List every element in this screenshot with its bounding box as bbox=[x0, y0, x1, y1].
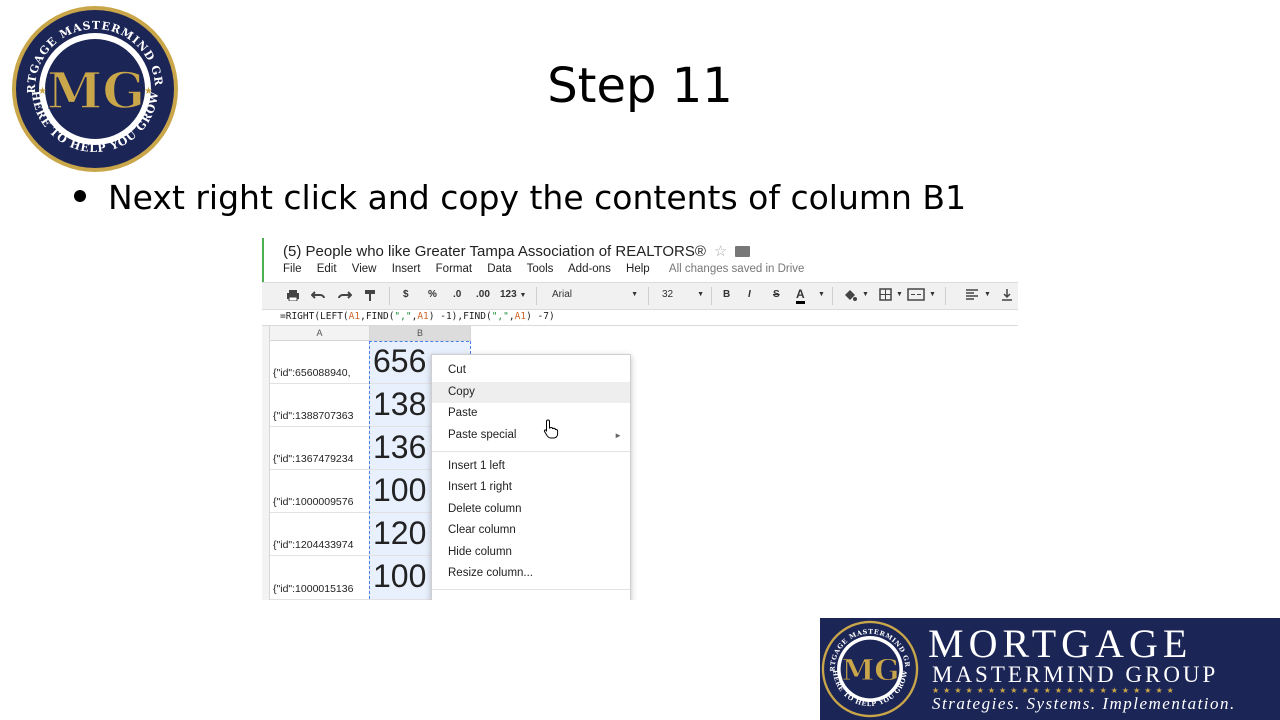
chevron-down-icon[interactable]: ▼ bbox=[984, 291, 991, 298]
submenu-arrow-icon: ► bbox=[614, 431, 622, 440]
menu-divider bbox=[432, 589, 630, 590]
save-status: All changes saved in Drive bbox=[668, 263, 805, 275]
banner-subtitle: MASTERMIND GROUP bbox=[932, 662, 1219, 687]
merge-cells-icon[interactable] bbox=[907, 288, 925, 301]
row-header-column bbox=[262, 326, 270, 600]
toolbar: $ % .0 .00 123 ▼ Arial ▼ 32 ▼ B I S A ▼ ▼ … bbox=[262, 282, 1018, 310]
cell-a3[interactable]: {"id":1367479234 bbox=[270, 427, 370, 470]
font-dropdown[interactable]: Arial ▼ bbox=[552, 289, 638, 300]
cell-a5[interactable]: {"id":1204433974 bbox=[270, 513, 370, 556]
chevron-down-icon: ▼ bbox=[697, 291, 704, 298]
chevron-down-icon[interactable]: ▼ bbox=[929, 291, 936, 298]
menu-view[interactable]: View bbox=[352, 263, 377, 275]
star-icon[interactable]: ☆ bbox=[714, 243, 727, 260]
document-title[interactable]: (5) People who like Greater Tampa Associ… bbox=[283, 242, 751, 260]
menu-item-clear-column[interactable]: Clear column bbox=[432, 520, 630, 541]
chevron-down-icon: ▼ bbox=[519, 292, 527, 299]
cell-a4[interactable]: {"id":1000009576 bbox=[270, 470, 370, 513]
cell-a6[interactable]: {"id":1000015136 bbox=[270, 556, 370, 600]
menu-tools[interactable]: Tools bbox=[527, 263, 554, 275]
bold-button[interactable]: B bbox=[723, 289, 730, 300]
decrease-decimal-button[interactable]: .0 bbox=[453, 289, 461, 300]
menu-item-copy[interactable]: Copy bbox=[432, 382, 630, 439]
cell-a1[interactable]: {"id":656088940, bbox=[270, 341, 370, 384]
banner-tagline: Strategies. Systems. Implementation. bbox=[932, 694, 1236, 713]
menu-help[interactable]: Help bbox=[626, 263, 650, 275]
menu-insert[interactable]: Insert bbox=[392, 263, 421, 275]
banner-seal-logo: MORTGAGE MASTERMIND GROUP HERE TO HELP Y… bbox=[820, 619, 919, 718]
menu-data[interactable]: Data bbox=[487, 263, 511, 275]
chevron-down-icon[interactable]: ▼ bbox=[896, 291, 903, 298]
menu-item-resize-column[interactable]: Resize column... bbox=[432, 563, 630, 584]
align-left-icon[interactable] bbox=[965, 289, 979, 300]
print-icon[interactable] bbox=[286, 289, 300, 301]
column-header-b[interactable]: B bbox=[370, 326, 471, 341]
bullet-point: Next right click and copy the contents o… bbox=[74, 178, 966, 217]
percent-button[interactable]: % bbox=[428, 289, 437, 300]
fill-color-icon[interactable] bbox=[843, 288, 857, 302]
font-size-dropdown[interactable]: 32 ▼ bbox=[662, 289, 704, 300]
banner-title: MORTGAGE bbox=[928, 621, 1193, 666]
svg-text:MG: MG bbox=[842, 652, 900, 687]
spreadsheet-screenshot: (5) People who like Greater Tampa Associ… bbox=[262, 238, 1018, 600]
currency-button[interactable]: $ bbox=[403, 289, 409, 300]
bullet-text: Next right click and copy the contents o… bbox=[108, 178, 967, 217]
chevron-down-icon: ▼ bbox=[631, 291, 638, 298]
chevron-down-icon[interactable]: ▼ bbox=[862, 291, 869, 298]
mortgage-mastermind-banner: MORTGAGE MASTERMIND GROUP HERE TO HELP Y… bbox=[820, 618, 1280, 720]
bullet-dot bbox=[74, 189, 86, 202]
italic-button[interactable]: I bbox=[748, 289, 751, 300]
text-color-button[interactable]: A bbox=[796, 287, 805, 304]
undo-icon[interactable] bbox=[311, 290, 325, 300]
number-format-dropdown[interactable]: 123 ▼ bbox=[500, 289, 526, 300]
menu-divider bbox=[432, 451, 630, 452]
sheets-logo-edge bbox=[262, 238, 264, 286]
menu-item-hide-column[interactable]: Hide column bbox=[432, 542, 630, 563]
menu-item-paste-special[interactable]: Paste special ► bbox=[432, 425, 630, 446]
formula-text: =RIGHT(LEFT(A1,FIND(",",A1) -1),FIND(","… bbox=[280, 311, 555, 322]
folder-icon[interactable] bbox=[735, 245, 751, 257]
menu-item-cut[interactable]: Cut bbox=[432, 360, 630, 381]
strikethrough-button[interactable]: S bbox=[773, 289, 780, 300]
paint-format-icon[interactable] bbox=[364, 289, 376, 302]
chevron-down-icon[interactable]: ▼ bbox=[818, 291, 825, 298]
menu-item-insert-right[interactable]: Insert 1 right bbox=[432, 477, 630, 498]
menu-item-paste[interactable]: Paste bbox=[432, 403, 630, 424]
menu-add-ons[interactable]: Add-ons bbox=[568, 263, 611, 275]
slide-title: Step 11 bbox=[547, 58, 733, 114]
menu-bar: File Edit View Insert Format Data Tools … bbox=[283, 263, 816, 275]
redo-icon[interactable] bbox=[338, 290, 352, 300]
menu-file[interactable]: File bbox=[283, 263, 302, 275]
increase-decimal-button[interactable]: .00 bbox=[476, 289, 490, 300]
menu-edit[interactable]: Edit bbox=[317, 263, 337, 275]
menu-item-insert-left[interactable]: Insert 1 left bbox=[432, 456, 630, 477]
vertical-align-bottom-icon[interactable] bbox=[1001, 288, 1013, 301]
menu-format[interactable]: Format bbox=[436, 263, 472, 275]
column-header-a[interactable]: A bbox=[270, 326, 370, 341]
menu-item-delete-column[interactable]: Delete column bbox=[432, 499, 630, 520]
borders-icon[interactable] bbox=[879, 288, 892, 301]
formula-bar[interactable]: =RIGHT(LEFT(A1,FIND(",",A1) -1),FIND(","… bbox=[262, 309, 1018, 326]
cell-a2[interactable]: {"id":1388707363 bbox=[270, 384, 370, 427]
context-menu: Cut Copy Paste Paste special ► Insert 1 l… bbox=[431, 354, 631, 600]
